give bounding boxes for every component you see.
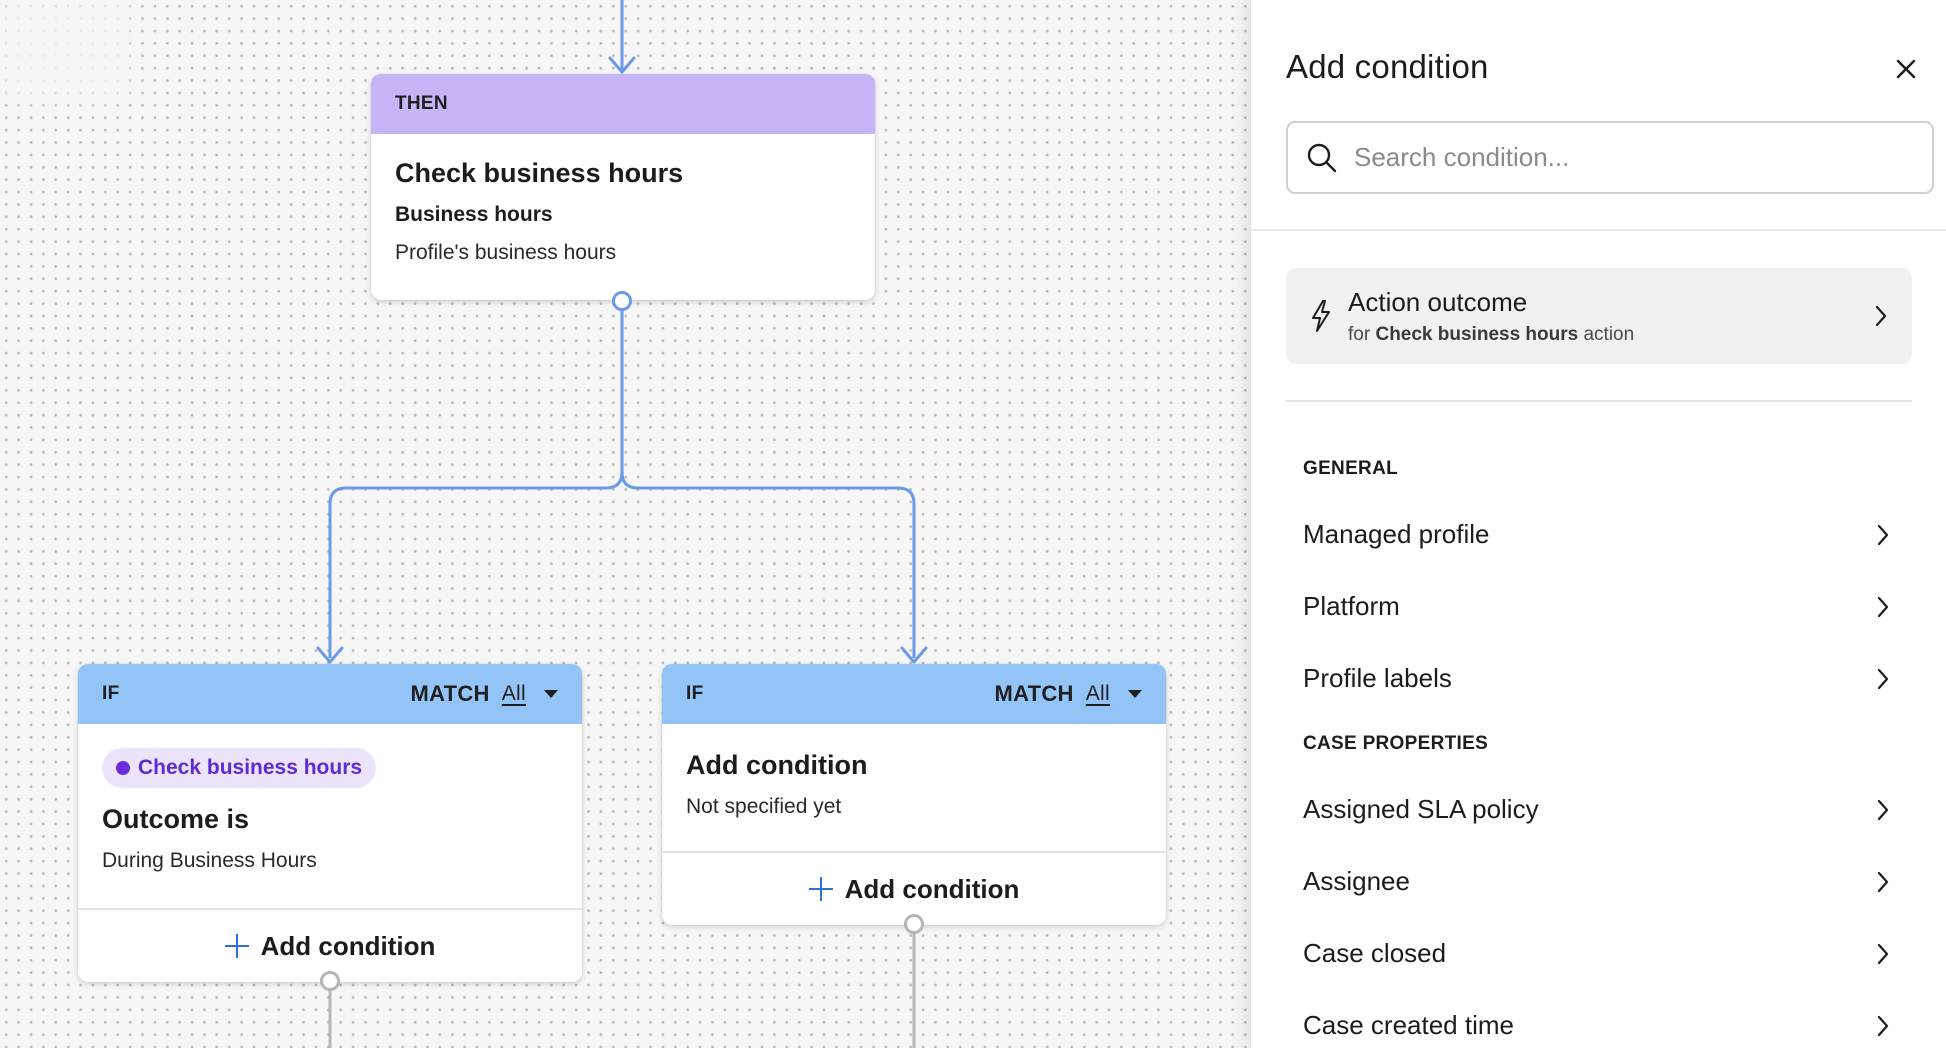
action-outcome-title: Action outcome xyxy=(1348,286,1528,317)
chevron-right-icon xyxy=(1877,524,1889,546)
if-node-1-title: Outcome is xyxy=(102,804,250,834)
if-node-1-header: IF MATCH All xyxy=(78,664,582,724)
lightning-icon xyxy=(1312,300,1330,332)
condition-item-managed-profile[interactable]: Managed profile xyxy=(1286,506,1912,562)
if-node-2-title: Add condition xyxy=(686,750,868,780)
add-condition-label: Add condition xyxy=(260,930,436,961)
condition-item-case-closed[interactable]: Case closed xyxy=(1286,925,1912,981)
section-header-case-properties: CASE PROPERTIES xyxy=(1303,733,1489,754)
chevron-right-icon xyxy=(1877,1015,1889,1037)
condition-item-label: Case closed xyxy=(1303,937,1447,968)
pill-label: Check business hours xyxy=(138,756,363,779)
search-icon xyxy=(1307,143,1337,172)
if-node-2[interactable]: IF MATCH All Add condition Not specified… xyxy=(662,664,1166,925)
match-value[interactable]: All xyxy=(502,682,526,706)
match-value[interactable]: All xyxy=(1086,682,1110,706)
canvas-fade xyxy=(0,0,130,100)
then-node-body: Check business hours Business hours Prof… xyxy=(371,134,875,265)
if-label: IF xyxy=(102,683,120,704)
action-outcome-item[interactable]: Action outcome for Check business hours … xyxy=(1286,268,1912,364)
if-node-1-body: Check business hours Outcome is During B… xyxy=(78,724,582,873)
then-node[interactable]: THEN Check business hours Business hours… xyxy=(371,74,875,300)
list-divider xyxy=(1286,400,1912,402)
condition-item-profile-labels[interactable]: Profile labels xyxy=(1286,650,1912,706)
condition-item-case-created-time[interactable]: Case created time xyxy=(1286,997,1912,1048)
then-node-title: Check business hours xyxy=(395,158,684,188)
if-node-2-header: IF MATCH All xyxy=(662,664,1166,724)
condition-item-assignee[interactable]: Assignee xyxy=(1286,853,1912,909)
section-header-general: GENERAL xyxy=(1303,458,1398,479)
chevron-right-icon xyxy=(1877,943,1889,965)
workflow-canvas[interactable]: THEN Check business hours Business hours… xyxy=(0,0,1250,1048)
if-node-2-text: Not specified yet xyxy=(686,795,842,818)
add-condition-label: Add condition xyxy=(844,873,1020,904)
if-label: IF xyxy=(686,683,704,704)
if-node-2-body: Add condition Not specified yet xyxy=(662,724,1166,819)
action-outcome-text: Action outcome for Check business hours … xyxy=(1348,287,1634,346)
chevron-right-icon xyxy=(1877,596,1889,618)
subtitle-suffix: action xyxy=(1583,323,1635,345)
condition-item-label: Managed profile xyxy=(1303,518,1490,549)
subtitle-prefix: for xyxy=(1348,323,1371,345)
match-dropdown[interactable]: MATCH All xyxy=(994,681,1142,707)
if-node-2-output-port[interactable] xyxy=(904,914,924,934)
subtitle-action-name: Check business hours xyxy=(1375,323,1579,345)
then-label: THEN xyxy=(395,93,448,114)
close-icon[interactable] xyxy=(1892,55,1920,83)
caret-down-icon[interactable] xyxy=(1128,690,1142,698)
then-node-header: THEN xyxy=(371,74,875,134)
then-node-output-port[interactable] xyxy=(612,291,632,311)
caret-down-icon[interactable] xyxy=(544,690,558,698)
search-input[interactable] xyxy=(1354,142,1914,173)
then-node-subtitle: Business hours xyxy=(395,203,553,226)
chevron-right-icon xyxy=(1875,305,1887,327)
chevron-right-icon xyxy=(1877,871,1889,893)
dot-icon xyxy=(116,761,130,775)
match-dropdown[interactable]: MATCH All xyxy=(410,681,558,707)
chevron-right-icon xyxy=(1877,668,1889,690)
condition-item-platform[interactable]: Platform xyxy=(1286,578,1912,634)
if-node-1[interactable]: IF MATCH All Check business hours Outcom… xyxy=(78,664,582,982)
panel-divider xyxy=(1251,229,1946,231)
condition-item-label: Assignee xyxy=(1303,865,1410,896)
add-condition-panel: Add condition Action outcome for Check b… xyxy=(1250,0,1946,1048)
chevron-right-icon xyxy=(1877,799,1889,821)
match-label: MATCH xyxy=(410,681,490,706)
then-node-text: Profile's business hours xyxy=(395,241,617,264)
condition-item-label: Profile labels xyxy=(1303,662,1452,693)
condition-item-assigned-sla-policy[interactable]: Assigned SLA policy xyxy=(1286,781,1912,837)
action-outcome-subtitle: for Check business hours action xyxy=(1348,324,1634,346)
if-node-1-output-port[interactable] xyxy=(320,971,340,991)
match-label: MATCH xyxy=(994,681,1074,706)
panel-title: Add condition xyxy=(1286,48,1489,85)
plus-icon xyxy=(224,934,249,958)
search-field[interactable] xyxy=(1286,121,1934,194)
condition-item-label: Platform xyxy=(1303,590,1400,621)
action-outcome-pill: Check business hours xyxy=(102,748,377,788)
plus-icon xyxy=(808,877,833,901)
condition-item-label: Assigned SLA policy xyxy=(1303,793,1539,824)
condition-item-label: Case created time xyxy=(1303,1009,1514,1040)
if-node-1-text: During Business Hours xyxy=(102,849,317,872)
